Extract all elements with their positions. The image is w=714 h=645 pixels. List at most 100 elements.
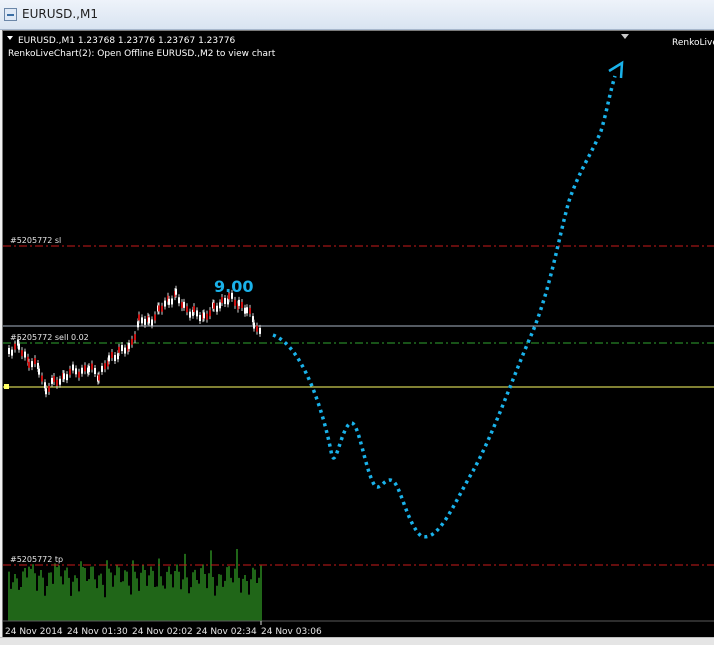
candle-body	[151, 319, 153, 326]
time-axis-label-4: 24 Nov 03:06	[261, 627, 322, 637]
candle-body	[238, 299, 240, 306]
candle-body	[128, 342, 130, 349]
price-chart[interactable]: EURUSD.,M1 1.23768 1.23776 1.23767 1.237…	[3, 31, 714, 637]
forecast-dotted-arrow	[272, 75, 617, 539]
chart-window[interactable]: EURUSD.,M1 1.23768 1.23776 1.23767 1.237…	[2, 30, 714, 637]
candle-body	[219, 302, 221, 309]
candle-body	[28, 361, 30, 368]
chart-shift-marker-icon[interactable]	[621, 34, 629, 39]
candle-body	[178, 297, 180, 304]
candle-body	[121, 345, 123, 352]
candle-body	[241, 301, 243, 308]
candle-body	[18, 343, 20, 350]
candle-body	[38, 368, 40, 375]
status-bar	[0, 637, 714, 645]
candle-body	[256, 325, 258, 332]
candle-body	[104, 363, 106, 370]
candle-body	[249, 307, 251, 314]
candle-body	[206, 313, 208, 320]
candle-body	[224, 298, 226, 305]
candle-body	[154, 314, 156, 321]
candle-body	[168, 298, 170, 305]
candle-body	[91, 363, 93, 370]
arrowhead-icon	[608, 60, 624, 79]
candle-body	[41, 375, 43, 382]
candle-body	[259, 327, 261, 334]
candle-body	[72, 364, 74, 371]
candle-body	[134, 334, 136, 341]
candle-body	[59, 378, 61, 385]
indicator-status-line: RenkoLiveChart(2): Open Offline EURUSD.,…	[8, 49, 276, 59]
candle-body	[244, 307, 246, 314]
time-axis-label-0: 24 Nov 2014	[5, 627, 63, 637]
take-profit-label: #5205772 tp	[10, 555, 63, 564]
symbol-quote-line: EURUSD.,M1 1.23768 1.23776 1.23767 1.237…	[18, 36, 236, 46]
candle-body	[101, 365, 103, 372]
candle-body	[183, 301, 185, 308]
candle-body	[196, 310, 198, 317]
candle-body	[94, 368, 96, 375]
candle-body	[114, 355, 116, 362]
renkolive-label: RenkoLive	[672, 38, 714, 48]
candle-body	[246, 307, 248, 314]
candle-body	[216, 305, 218, 312]
candle-body	[108, 355, 110, 362]
candle-body	[84, 365, 86, 372]
current-price-marker	[4, 384, 9, 389]
candle-body	[131, 338, 133, 345]
candle-body	[124, 347, 126, 354]
candle-body	[48, 385, 50, 392]
candle-body	[66, 374, 68, 381]
candle-body	[203, 312, 205, 319]
candle-body	[88, 366, 90, 373]
candle-body	[24, 351, 26, 358]
candle-body	[53, 376, 55, 383]
candle-body	[253, 322, 255, 329]
candle-body	[199, 315, 201, 322]
candle-body	[34, 358, 36, 365]
candle-body	[161, 305, 163, 312]
window-titlebar: EURUSD.,M1	[0, 0, 714, 30]
candle-body	[14, 343, 16, 350]
candle-body	[193, 306, 195, 313]
stop-loss-label: #5205772 sl	[10, 236, 61, 245]
candle-body	[31, 361, 33, 368]
candle-body	[8, 348, 10, 354]
candle-body	[78, 371, 80, 378]
candle-body	[189, 311, 191, 318]
candle-body	[209, 310, 211, 317]
collapse-triangle-icon[interactable]	[7, 36, 13, 40]
candle-body	[175, 288, 177, 295]
window-title: EURUSD.,M1	[22, 7, 98, 21]
time-axis-label-1: 24 Nov 01:30	[67, 627, 128, 637]
candle-body	[118, 346, 120, 353]
candle-body	[63, 373, 65, 380]
candle-body	[234, 299, 236, 306]
chart-window-icon	[4, 8, 17, 21]
candle-body	[98, 374, 100, 381]
candle-body	[186, 306, 188, 313]
candle-body	[144, 318, 146, 325]
candle-body	[75, 368, 77, 375]
candle-body	[148, 317, 150, 324]
profit-annotation: 9.00	[214, 277, 253, 296]
candle-body	[69, 368, 71, 375]
candle-body	[11, 349, 13, 356]
sell-order-label: #5205772 sell 0.02	[10, 333, 89, 342]
candle-body	[171, 298, 173, 305]
candle-body	[81, 367, 83, 374]
candle-body	[56, 379, 58, 386]
candle-body	[164, 300, 166, 307]
candle-body	[213, 302, 215, 309]
candle-body	[181, 302, 183, 309]
candle-body	[221, 296, 223, 303]
candle-body	[111, 352, 113, 359]
candle-body	[158, 305, 160, 312]
candle-body	[45, 388, 47, 395]
candle-body	[51, 377, 53, 384]
time-axis-label-3: 24 Nov 02:34	[196, 627, 257, 637]
time-axis-label-2: 24 Nov 02:02	[132, 627, 193, 637]
candle-body	[21, 350, 23, 357]
candle-body	[141, 317, 143, 324]
candle-body	[138, 314, 140, 321]
